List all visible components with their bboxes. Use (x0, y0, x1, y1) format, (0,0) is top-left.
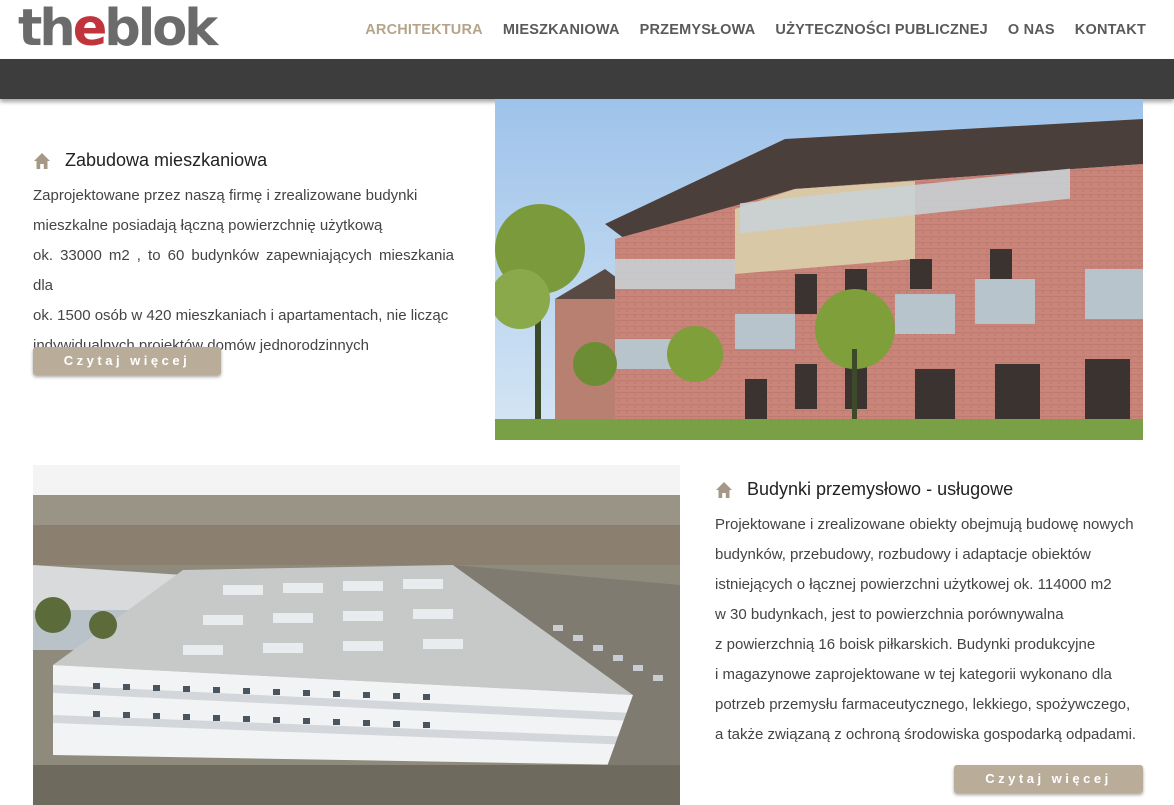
text-line: mieszkalne posiadają łączną powierzchnię… (33, 217, 383, 234)
text-line: ok. 1500 osób w 420 mieszkaniach i apart… (33, 307, 449, 324)
main-nav: ARCHITEKTURA MIESZKANIOWA PRZEMYSŁOWA UŻ… (345, 22, 1146, 38)
header-dark-bar (0, 59, 1174, 99)
nav-item-uzytecznosci-publicznej[interactable]: UŻYTECZNOŚCI PUBLICZNEJ (775, 22, 987, 38)
section-title-text: Budynki przemysłowo - usługowe (747, 479, 1014, 499)
text-line: ok. 33000 m2 , to 60 budynków zapewniają… (33, 247, 454, 294)
nav-item-przemyslowa[interactable]: PRZEMYSŁOWA (640, 22, 756, 38)
read-more-button-residential[interactable]: Czytaj więcej (33, 347, 221, 375)
text-line: w 30 budynkach, jest to powierzchnia por… (715, 606, 1064, 623)
text-line: budynków, przebudowy, rozbudowy i adapta… (715, 546, 1091, 563)
text-line: a także związaną z ochroną środowiska go… (715, 726, 1137, 743)
nav-item-architektura[interactable]: ARCHITEKTURA (365, 22, 483, 38)
residential-building-photo (495, 99, 1143, 440)
nav-item-mieszkaniowa[interactable]: MIESZKANIOWA (503, 22, 620, 38)
nav-item-kontakt[interactable]: KONTAKT (1075, 22, 1146, 38)
read-more-button-industrial[interactable]: Czytaj więcej (954, 765, 1143, 793)
industrial-building-photo (33, 465, 680, 805)
text-line: i magazynowe zaprojektowane w tej katego… (715, 666, 1112, 683)
section-title-residential: Zabudowa mieszkaniowa (33, 150, 267, 171)
house-icon (716, 481, 732, 498)
section-text-industrial: Projektowane i zrealizowane obiekty obej… (715, 510, 1143, 750)
section-title-industrial: Budynki przemysłowo - usługowe (715, 479, 1013, 500)
section-title-text: Zabudowa mieszkaniowa (65, 150, 268, 170)
text-line: potrzeb przemysłu farmaceutycznego, lekk… (715, 696, 1131, 713)
text-line: Projektowane i zrealizowane obiekty obej… (715, 516, 1134, 533)
nav-item-o-nas[interactable]: O NAS (1008, 22, 1055, 38)
site-header: theblok ARCHITEKTURA MIESZKANIOWA PRZEMY… (0, 0, 1174, 59)
text-line: Zaprojektowane przez naszą firmę i zreal… (33, 187, 418, 204)
section-text-residential: Zaprojektowane przez naszą firmę i zreal… (33, 181, 454, 361)
text-line: istniejących o łącznej powierzchni użytk… (715, 576, 1112, 593)
site-logo[interactable]: theblok (18, 0, 218, 58)
house-icon (34, 152, 50, 169)
text-line: z powierzchnią 16 boisk piłkarskich. Bud… (715, 636, 1096, 653)
